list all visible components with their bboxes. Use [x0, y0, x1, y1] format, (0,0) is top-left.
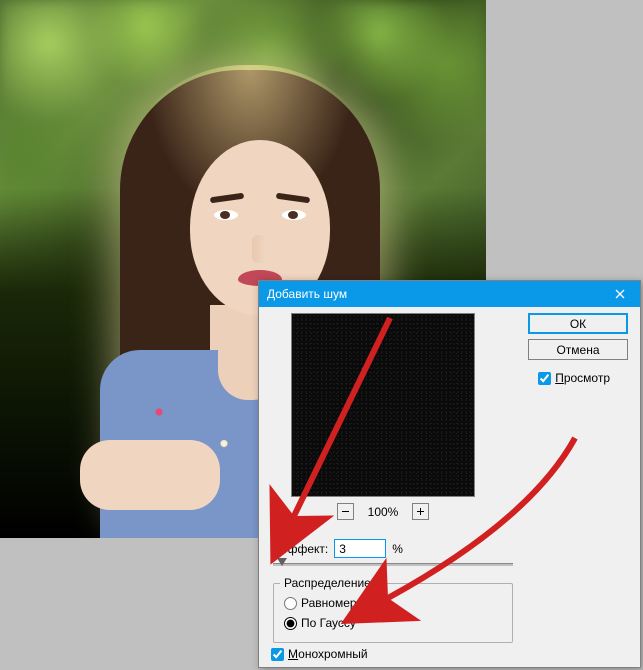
cancel-button[interactable]: Отмена: [528, 339, 628, 360]
noise-preview[interactable]: [291, 313, 475, 497]
amount-unit: %: [392, 542, 403, 556]
mono-checkbox-label: Монохромный: [288, 647, 368, 661]
ok-button[interactable]: ОК: [528, 313, 628, 334]
zoom-controls: 100%: [291, 503, 475, 520]
distribution-fieldset: Распределение Равномерная По Гауссу: [273, 583, 513, 643]
preview-checkbox[interactable]: [538, 372, 551, 385]
gaussian-label: По Гауссу: [301, 616, 356, 630]
distribution-legend: Распределение: [280, 576, 375, 590]
amount-row: Эффект: %: [279, 539, 403, 558]
dialog-titlebar[interactable]: Добавить шум: [259, 281, 640, 307]
dialog-title: Добавить шум: [267, 287, 600, 301]
amount-label: Эффект:: [279, 542, 328, 556]
dialog-body: 100% ОК Отмена Просмотр Эффект: % Распре…: [259, 307, 640, 669]
close-icon: [615, 289, 625, 299]
mono-checkbox[interactable]: [271, 648, 284, 661]
preview-checkbox-label: Просмотр: [555, 371, 610, 385]
uniform-radio[interactable]: [284, 597, 297, 610]
plus-icon: [416, 507, 425, 516]
minus-icon: [341, 507, 350, 516]
mono-checkbox-row[interactable]: Монохромный: [271, 647, 368, 661]
uniform-label: Равномерная: [301, 596, 376, 610]
gaussian-radio-row[interactable]: По Гауссу: [284, 616, 356, 630]
close-button[interactable]: [600, 281, 640, 307]
add-noise-dialog: Добавить шум 100% ОК Отмена Просмотр Эфф…: [258, 280, 641, 668]
gaussian-radio[interactable]: [284, 617, 297, 630]
zoom-out-button[interactable]: [337, 503, 354, 520]
amount-slider-thumb[interactable]: [277, 558, 287, 566]
amount-slider-track[interactable]: [273, 563, 513, 566]
amount-input[interactable]: [334, 539, 386, 558]
zoom-value: 100%: [368, 505, 399, 519]
zoom-in-button[interactable]: [412, 503, 429, 520]
uniform-radio-row[interactable]: Равномерная: [284, 596, 376, 610]
preview-checkbox-row[interactable]: Просмотр: [538, 371, 610, 385]
